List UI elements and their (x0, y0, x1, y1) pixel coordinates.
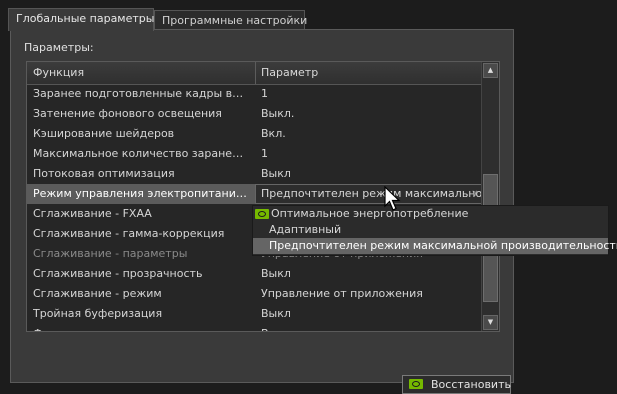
power-mode-combobox[interactable]: Предпочтителен режим максимальной пр ∨ (255, 184, 483, 204)
row-function: Сглаживание - FXAA (33, 207, 152, 220)
table-row-selected[interactable]: Режим управления электропитанием Предпоч… (27, 184, 483, 204)
row-function: Фильтрация текстур - анизотропная оптими… (33, 324, 248, 331)
table-row[interactable]: Затенение фонового освещения Выкл. (27, 104, 483, 124)
row-value: Выкл (261, 324, 481, 331)
params-label: Параметры: (24, 41, 94, 54)
row-function: Сглаживание - параметры (33, 247, 188, 260)
row-value: 1 (261, 87, 268, 100)
row-function: Кэширование шейдеров (33, 127, 175, 140)
row-function: Потоковая оптимизация (33, 167, 175, 180)
dropdown-option-optimal[interactable]: Оптимальное энергопотребление (253, 206, 608, 222)
table-row[interactable]: Фильтрация текстур - анизотропная оптими… (27, 324, 483, 331)
chevron-down-icon[interactable]: ∨ (471, 185, 478, 203)
row-value: Вкл. (261, 127, 286, 140)
combobox-value: Предпочтителен режим максимальной пр (261, 187, 483, 200)
table-row[interactable]: Тройная буферизация Выкл (27, 304, 483, 324)
row-function: Тройная буферизация (33, 307, 163, 320)
dropdown-option-adaptive[interactable]: Адаптивный (253, 222, 608, 238)
power-mode-dropdown-list: Оптимальное энергопотребление Адаптивный… (252, 205, 617, 256)
nvidia-logo-icon (255, 209, 269, 219)
row-value: Управление от приложения (261, 287, 423, 300)
row-function: Сглаживание - режим (33, 287, 162, 300)
row-value: Выкл (261, 267, 291, 280)
grid-header: Функция Параметр (27, 62, 483, 85)
option-label: Адаптивный (269, 223, 342, 236)
restore-label: Восстановить (431, 378, 511, 391)
nvidia-logo-icon (409, 379, 423, 389)
row-function: Режим управления электропитанием (33, 187, 248, 200)
tab-global-settings[interactable]: Глобальные параметры (8, 8, 154, 31)
table-row[interactable]: Кэширование шейдеров Вкл. (27, 124, 483, 144)
vertical-scrollbar[interactable]: ▲ ▼ (481, 62, 499, 331)
row-function: Максимальное количество заранее подготов… (33, 147, 248, 160)
row-value: Выкл (261, 307, 291, 320)
header-function[interactable]: Функция (27, 62, 84, 84)
scroll-up-icon[interactable]: ▲ (483, 63, 498, 78)
restore-button[interactable]: Восстановить (402, 375, 511, 394)
table-row[interactable]: Максимальное количество заранее подготов… (27, 144, 483, 164)
scroll-down-icon[interactable]: ▼ (483, 315, 498, 330)
row-function: Заранее подготовленные кадры виртуальной… (33, 87, 248, 100)
row-function: Затенение фонового освещения (33, 107, 222, 120)
row-function: Сглаживание - прозрачность (33, 267, 203, 280)
table-row[interactable]: Сглаживание - прозрачность Выкл (27, 264, 483, 284)
mouse-cursor-icon (384, 186, 401, 211)
row-value: 1 (261, 147, 268, 160)
dropdown-option-max-performance[interactable]: Предпочтителен режим максимальной произв… (253, 238, 617, 254)
settings-grid: Функция Параметр Заранее подготовленные … (26, 61, 500, 332)
option-label: Предпочтителен режим максимальной произв… (269, 239, 617, 252)
table-row[interactable]: Сглаживание - режим Управление от приложе… (27, 284, 483, 304)
tab-program-settings[interactable]: Программные настройки (154, 10, 307, 30)
option-label: Оптимальное энергопотребление (271, 207, 469, 220)
table-row[interactable]: Заранее подготовленные кадры виртуальной… (27, 84, 483, 104)
table-row[interactable]: Потоковая оптимизация Выкл (27, 164, 483, 184)
row-value: Выкл. (261, 107, 295, 120)
row-value: Выкл (261, 167, 291, 180)
row-function: Сглаживание - гамма-коррекция (33, 227, 225, 240)
header-parameter[interactable]: Параметр (255, 62, 318, 84)
